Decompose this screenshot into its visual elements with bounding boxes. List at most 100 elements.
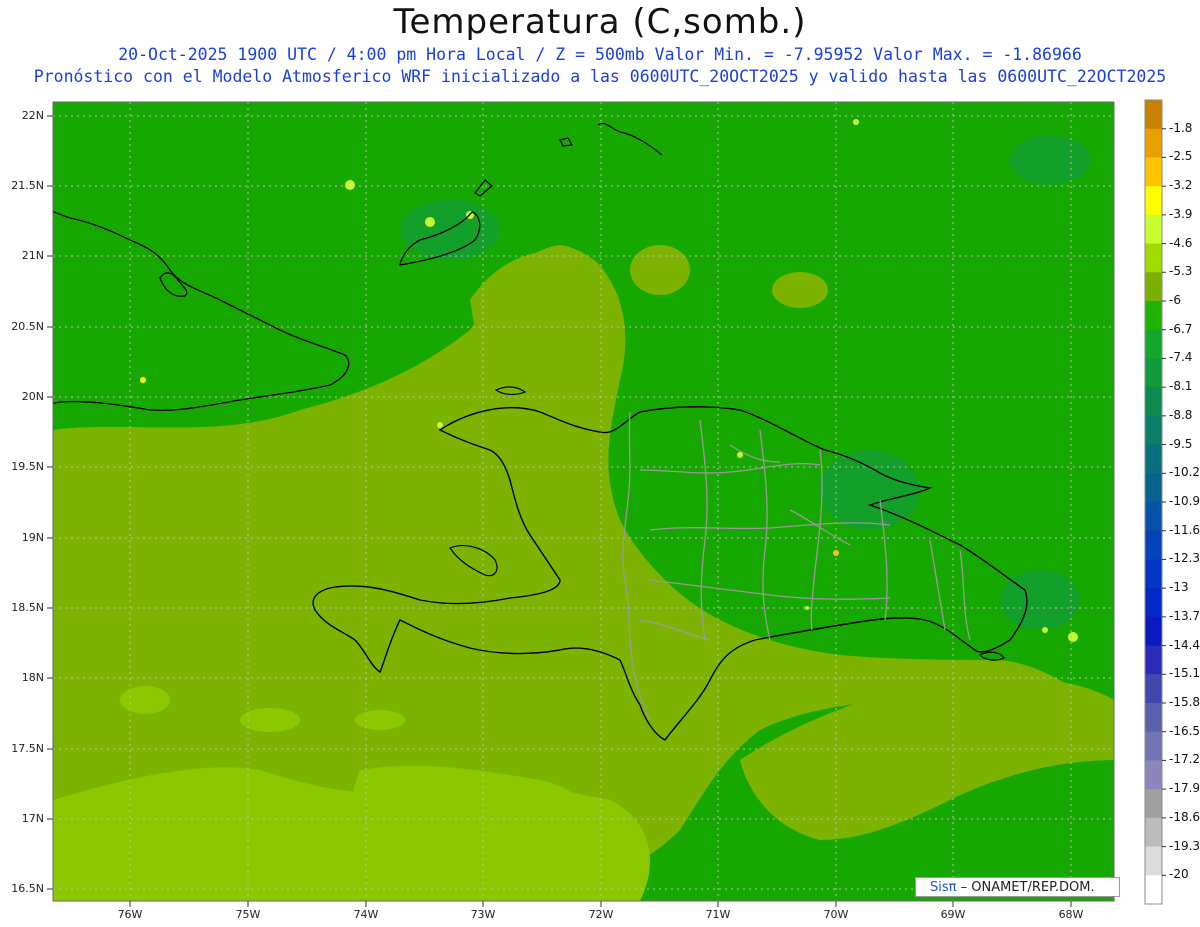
colorbar-swatch bbox=[1145, 674, 1162, 704]
warm-cell bbox=[140, 377, 146, 383]
temperature-patch-dark bbox=[1010, 135, 1090, 185]
colorbar bbox=[1144, 99, 1166, 905]
lat-label: 20N bbox=[21, 390, 44, 403]
lon-label: 69W bbox=[940, 908, 966, 921]
temperature-patch-dark bbox=[400, 200, 500, 260]
colorbar-label: -2.5 bbox=[1169, 149, 1193, 164]
colorbar-swatch bbox=[1145, 272, 1162, 302]
lon-label: 68W bbox=[1058, 908, 1084, 921]
weather-map bbox=[47, 99, 1166, 907]
colorbar-swatch bbox=[1145, 473, 1162, 503]
colorbar-label: -1.8 bbox=[1169, 120, 1193, 135]
colorbar-label: -10.2 bbox=[1169, 465, 1200, 480]
lat-label: 21.5N bbox=[11, 179, 44, 192]
warm-cell bbox=[1042, 627, 1048, 633]
lat-label: 21N bbox=[21, 249, 44, 262]
colorbar-swatch bbox=[1145, 415, 1162, 446]
colorbar-label: -9.5 bbox=[1169, 436, 1193, 451]
warm-cell bbox=[805, 606, 809, 610]
colorbar-label: -6.7 bbox=[1169, 321, 1193, 336]
temperature-patch-light bbox=[240, 708, 300, 732]
lon-label: 71W bbox=[705, 908, 731, 921]
colorbar-label: -6 bbox=[1169, 293, 1181, 307]
warm-cell bbox=[345, 180, 355, 190]
colorbar-label: -11.6 bbox=[1169, 522, 1200, 537]
colorbar-swatch bbox=[1145, 703, 1162, 733]
colorbar-label: -18.6 bbox=[1169, 809, 1200, 824]
colorbar-label: -13 bbox=[1169, 580, 1189, 595]
colorbar-swatch bbox=[1145, 157, 1162, 187]
colorbar-swatch bbox=[1145, 243, 1162, 273]
colorbar-swatch bbox=[1145, 128, 1162, 158]
colorbar-swatch bbox=[1145, 301, 1162, 331]
colorbar-label: -7.4 bbox=[1169, 350, 1193, 365]
colorbar-label: -12.3 bbox=[1169, 551, 1200, 566]
sispi-logo: Sisπ bbox=[930, 880, 957, 895]
colorbar-label: -17.9 bbox=[1169, 781, 1200, 796]
temperature-patch-light bbox=[120, 686, 170, 714]
lat-label: 18.5N bbox=[11, 601, 44, 614]
lat-label: 19.5N bbox=[11, 460, 44, 473]
lon-label: 76W bbox=[117, 908, 143, 921]
lat-label: 16.5N bbox=[11, 882, 44, 895]
colorbar-swatch bbox=[1145, 329, 1162, 359]
lon-label: 73W bbox=[470, 908, 496, 921]
colorbar-label: -16.5 bbox=[1169, 723, 1200, 738]
lat-label: 18N bbox=[21, 671, 44, 684]
subtitle-valid-time: 20-Oct-2025 1900 UTC / 4:00 pm Hora Loca… bbox=[118, 45, 1082, 64]
colorbar-swatch bbox=[1145, 846, 1162, 876]
colorbar-swatch bbox=[1145, 789, 1162, 819]
credit-box: Sisπ – ONAMET/REP.DOM. bbox=[915, 877, 1120, 897]
temperature-patch-dark bbox=[1000, 570, 1080, 630]
colorbar-swatch bbox=[1145, 645, 1162, 675]
warm-cell bbox=[425, 217, 435, 227]
colorbar-label: -8.8 bbox=[1169, 407, 1193, 422]
colorbar-swatch bbox=[1145, 358, 1162, 388]
lat-label: 19N bbox=[21, 531, 44, 544]
colorbar-swatch bbox=[1145, 186, 1162, 216]
colorbar-swatch bbox=[1145, 875, 1162, 905]
colorbar-swatch bbox=[1145, 502, 1162, 532]
lon-label: 72W bbox=[588, 908, 614, 921]
lat-label: 17N bbox=[21, 812, 44, 825]
colorbar-label: -17.2 bbox=[1169, 752, 1200, 767]
colorbar-swatch bbox=[1145, 588, 1162, 618]
subtitle-model-info: Pronóstico con el Modelo Atmosferico WRF… bbox=[33, 67, 1167, 86]
temperature-patch-light bbox=[355, 710, 405, 730]
temperature-patch bbox=[772, 272, 828, 308]
warm-cell bbox=[437, 422, 443, 428]
colorbar-swatch bbox=[1145, 530, 1162, 560]
colorbar-label: -15.8 bbox=[1169, 695, 1200, 709]
colorbar-label: -8.1 bbox=[1169, 379, 1193, 394]
colorbar-label: -14.4 bbox=[1169, 637, 1200, 652]
colorbar-label: -3.9 bbox=[1169, 206, 1193, 221]
page-title: Temperatura (C,somb.) bbox=[393, 2, 807, 42]
colorbar-swatch bbox=[1145, 100, 1162, 130]
lon-label: 75W bbox=[235, 908, 261, 921]
lat-label: 22N bbox=[21, 109, 44, 122]
colorbar-label: -4.6 bbox=[1169, 235, 1193, 250]
colorbar-label: -3.2 bbox=[1169, 178, 1193, 193]
lat-label: 20.5N bbox=[11, 320, 44, 333]
colorbar-label: -15.1 bbox=[1169, 666, 1200, 681]
colorbar-label: -19.3 bbox=[1169, 838, 1200, 853]
lon-label: 70W bbox=[823, 908, 849, 921]
colorbar-label: -13.7 bbox=[1169, 608, 1200, 623]
colorbar-swatch bbox=[1145, 817, 1162, 848]
colorbar-label: -20 bbox=[1169, 867, 1189, 882]
lon-label: 74W bbox=[353, 908, 379, 921]
colorbar-label: -5.3 bbox=[1169, 264, 1193, 279]
credit-text: – ONAMET/REP.DOM. bbox=[960, 880, 1095, 895]
colorbar-label: -10.9 bbox=[1169, 494, 1200, 508]
temperature-patch bbox=[630, 245, 690, 295]
warm-cell bbox=[853, 119, 859, 125]
colorbar-swatch bbox=[1145, 760, 1162, 790]
warm-cell bbox=[1068, 632, 1078, 642]
colorbar-swatch bbox=[1145, 559, 1162, 589]
colorbar-swatch bbox=[1145, 731, 1162, 761]
colorbar-swatch bbox=[1145, 214, 1162, 245]
colorbar-swatch bbox=[1145, 444, 1162, 474]
lat-label: 17.5N bbox=[11, 742, 44, 755]
colorbar-swatch bbox=[1145, 387, 1162, 417]
colorbar-swatch bbox=[1145, 616, 1162, 647]
